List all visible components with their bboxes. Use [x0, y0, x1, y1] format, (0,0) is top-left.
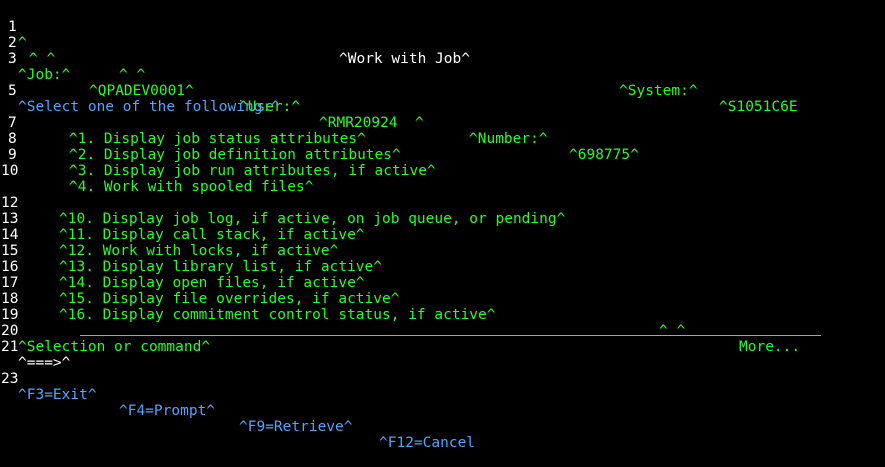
- row-10: 10 ^4. Work with spooled files^: [0, 147, 313, 195]
- command-input-underline: [80, 335, 821, 336]
- option-1: ^1. Display job status attributes^: [69, 131, 366, 147]
- system-value: ^S1051C6E: [719, 99, 798, 115]
- more-indicator[interactable]: More...: [739, 339, 800, 355]
- row-number: 23: [1, 371, 19, 387]
- option-15: ^15. Display file overrides, if active^: [59, 291, 400, 307]
- row-7: 7 ^1. Display job status attributes^: [0, 99, 366, 147]
- option-3: ^3. Display job run attributes, if activ…: [69, 163, 436, 179]
- number-label: ^Number:^: [469, 131, 548, 147]
- row-20: 20 ^Selection or command^: [0, 307, 210, 355]
- system-label: ^System:^: [619, 83, 698, 99]
- option-12: ^12. Work with locks, if active^: [59, 243, 339, 259]
- f9-retrieve-key[interactable]: ^F9=Retrieve^: [239, 419, 353, 435]
- job-value: ^QPADEV0001^: [89, 83, 194, 99]
- row-13: 13 ^11. Display call stack, if active^: [0, 195, 365, 243]
- row-5: 5 ^Select one of the following:^: [0, 67, 280, 115]
- option-14: ^14. Display open files, if active^: [59, 275, 365, 291]
- f4-prompt-key[interactable]: ^F4=Prompt^: [119, 403, 215, 419]
- option-4: ^4. Work with spooled files^: [69, 179, 314, 195]
- f3-exit-key[interactable]: ^F3=Exit^: [18, 387, 97, 403]
- row-14: 14 ^12. Work with locks, if active^: [0, 211, 338, 259]
- option-10: ^10. Display job log, if active, on job …: [59, 211, 566, 227]
- row-19: 19 ^ ^ More...: [0, 291, 800, 355]
- row-8: 8 ^2. Display job definition attributes^: [0, 115, 401, 163]
- row-16: 16 ^14. Display open files, if active^: [0, 243, 365, 291]
- row-23: 23 ^F3=Exit^ ^F4=Prompt^ ^F9=Retrieve^ ^…: [0, 355, 475, 451]
- option-11: ^11. Display call stack, if active^: [59, 227, 365, 243]
- row-1: 1 ^ ^Work with Job^: [0, 3, 470, 67]
- row-marker: ^ ^: [119, 67, 146, 83]
- terminal-screen: 1 ^ ^Work with Job^ 2 ^ ^ ^ ^ ^System:^ …: [0, 0, 885, 451]
- row-3: 3 ^Job:^ ^QPADEV0001^ ^User:^ ^RMR20924 …: [0, 35, 639, 163]
- option-13: ^13. Display library list, if active^: [59, 259, 383, 275]
- row-2: 2 ^ ^ ^ ^ ^System:^ ^S1051C6E: [0, 19, 798, 115]
- row-17: 17 ^15. Display file overrides, if activ…: [0, 259, 399, 307]
- command-input[interactable]: [80, 321, 821, 335]
- row-21: 21 ^===>^: [0, 323, 70, 371]
- f12-cancel-key[interactable]: ^F12=Cancel: [379, 435, 475, 451]
- row-9: 9 ^3. Display job run attributes, if act…: [0, 131, 436, 179]
- row-number: 5: [8, 83, 17, 99]
- row-12: 12 ^10. Display job log, if active, on j…: [0, 179, 565, 227]
- row-number: 3: [8, 51, 17, 67]
- row-number: 21: [1, 339, 19, 355]
- option-2: ^2. Display job definition attributes^: [69, 147, 401, 163]
- user-value: ^RMR20924 ^: [319, 115, 424, 131]
- number-value: ^698775^: [569, 147, 639, 163]
- selection-label: ^Selection or command^: [18, 339, 211, 355]
- row-18: 18 ^16. Display commitment control statu…: [0, 275, 496, 323]
- screen-title: ^Work with Job^: [339, 51, 470, 67]
- row-15: 15 ^13. Display library list, if active^: [0, 227, 382, 275]
- row-number: 10: [1, 163, 19, 179]
- instruction-text: ^Select one of the following:^: [18, 99, 280, 115]
